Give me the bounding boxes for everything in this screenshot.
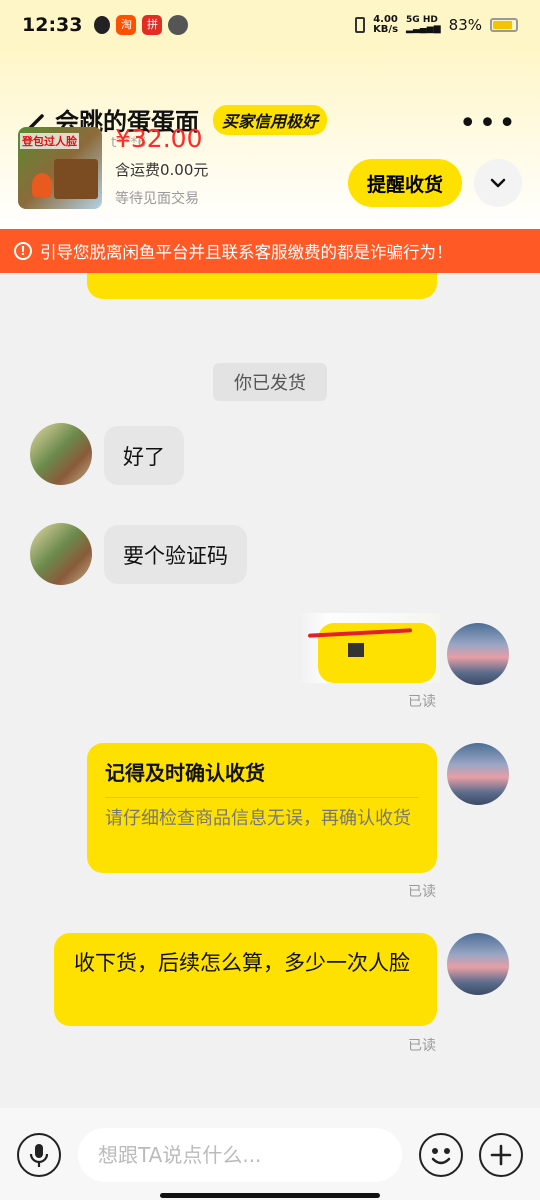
read-status: 已读 [408, 884, 436, 900]
product-thumbnail[interactable]: 登包过人脸 [18, 127, 102, 209]
read-status: 已读 [408, 1038, 436, 1054]
signal-icon: 5G HD ▂▃▄▅▆ [406, 15, 441, 34]
message-text: 收下货，后续怎么算，多少一次人脸 [74, 951, 410, 975]
trade-status: 等待见面交易 [115, 191, 199, 207]
smiley-icon [431, 1148, 451, 1165]
qq-icon [94, 16, 111, 34]
message-input[interactable] [78, 1128, 402, 1182]
alert-icon: ! [14, 242, 32, 260]
home-indicator[interactable] [160, 1193, 380, 1198]
status-time: 12:33 [22, 14, 83, 36]
product-price: ¥32.00 [115, 124, 203, 153]
card-divider [105, 797, 419, 798]
more-actions-button[interactable] [479, 1133, 523, 1177]
taobao-icon: 淘 [116, 15, 137, 35]
status-bar: 12:33 淘 拼 4.00 KB/s 5G HD ▂▃▄▅▆ 83% [0, 0, 540, 50]
more-menu-button[interactable]: ••• [459, 109, 518, 139]
previous-message-card[interactable] [87, 273, 437, 299]
chevron-down-icon [490, 178, 506, 188]
net-speed: 4.00 KB/s [373, 15, 398, 35]
shipping-fee: 含运费0.00元 [115, 161, 209, 179]
pinduoduo-icon: 拼 [142, 15, 163, 35]
message-bubble[interactable]: 要个验证码 [104, 525, 247, 584]
vibrate-icon [355, 17, 366, 33]
system-message: 你已发货 [213, 363, 327, 401]
status-right: 4.00 KB/s 5G HD ▂▃▄▅▆ 83% [355, 15, 518, 35]
status-app-icons: 淘 拼 [94, 15, 189, 35]
emoji-button[interactable] [419, 1133, 463, 1177]
wechat-icon [168, 15, 189, 35]
product-thumb-figure [32, 173, 52, 197]
confirm-receipt-card[interactable]: 记得及时确认收货 请仔细检查商品信息无误，再确认收货 [87, 743, 437, 873]
avatar[interactable] [447, 623, 509, 685]
plus-icon [490, 1144, 512, 1166]
avatar[interactable] [447, 743, 509, 805]
net-speed-unit: KB/s [373, 24, 399, 35]
remind-receive-button[interactable]: 提醒收货 [348, 159, 462, 207]
avatar[interactable] [447, 933, 509, 995]
card-title: 记得及时确认收货 [105, 761, 265, 785]
voice-button[interactable] [17, 1133, 61, 1177]
product-thumb-scene [54, 159, 98, 199]
network-type: 5G HD [406, 15, 438, 25]
expand-button[interactable] [474, 159, 522, 207]
fraud-warning-banner: ! 引导您脱离闲鱼平台并且联系客服缴费的都是诈骗行为！ [0, 229, 540, 273]
read-status: 已读 [408, 694, 436, 710]
avatar[interactable] [30, 523, 92, 585]
card-description: 请仔细检查商品信息无误，再确认收货 [105, 808, 411, 829]
battery-percent: 83% [448, 16, 482, 34]
avatar[interactable] [30, 423, 92, 485]
microphone-icon [29, 1144, 49, 1167]
battery-icon [490, 18, 518, 32]
credit-badge: 买家信用极好 [213, 105, 328, 135]
input-bar [0, 1108, 540, 1200]
message-bubble[interactable]: 收下货，后续怎么算，多少一次人脸 [54, 933, 437, 1026]
redaction-block [348, 643, 364, 657]
chat-messages[interactable]: 你已发货 好了 要个验证码 已读 记得及时确认收货 请仔细检查商品信息无误，再确… [0, 273, 540, 1108]
product-thumb-caption: 登包过人脸 [20, 133, 79, 149]
message-bubble[interactable]: 好了 [104, 426, 184, 485]
warning-text: 引导您脱离闲鱼平台并且联系客服缴费的都是诈骗行为！ [40, 243, 453, 262]
